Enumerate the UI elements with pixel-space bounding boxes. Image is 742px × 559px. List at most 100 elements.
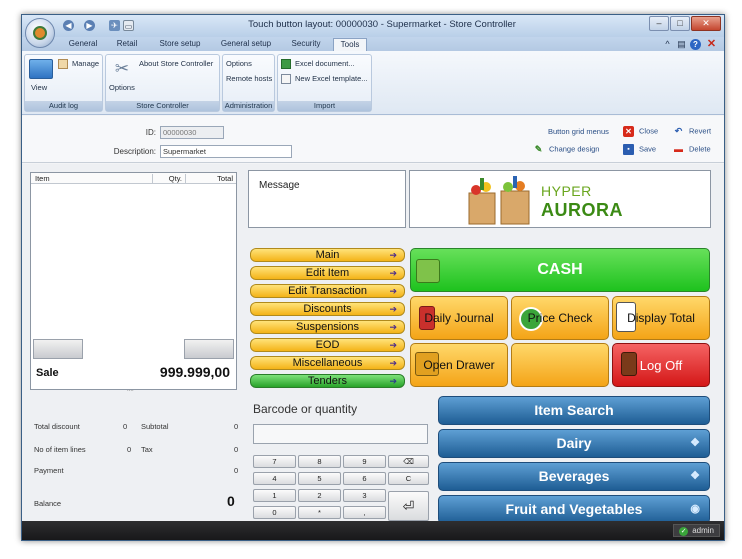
menu-button-miscellaneous[interactable]: Miscellaneous ➔	[250, 356, 405, 370]
manage-button[interactable]: Manage	[72, 59, 99, 68]
tab-tools[interactable]: Tools	[333, 38, 367, 52]
key-comma[interactable]: ,	[343, 506, 386, 519]
change-design-link[interactable]: ✎ Change design	[533, 144, 600, 155]
description-field[interactable]: Supermarket	[160, 145, 292, 158]
remote-hosts-button[interactable]: Remote hosts	[226, 74, 272, 83]
windows-icon[interactable]: ▤	[676, 39, 687, 50]
message-label: Message	[259, 180, 300, 191]
close-window-button[interactable]: ✕	[691, 16, 721, 31]
key-clear[interactable]: C	[388, 472, 429, 485]
administration-options-button[interactable]: Options	[226, 59, 252, 68]
balance-value: 0	[227, 493, 235, 509]
menu-button-eod[interactable]: EOD ➔	[250, 338, 405, 352]
price-check-button[interactable]: Price Check	[511, 296, 609, 340]
back-icon[interactable]: ◀	[63, 20, 74, 31]
button-grid-menus-link[interactable]: Button grid menus	[548, 127, 609, 136]
collapse-ribbon-icon[interactable]: ^	[662, 39, 673, 50]
menu-button-label: Suspensions	[296, 321, 359, 333]
tab-store-setup[interactable]: Store setup	[153, 37, 207, 51]
app-menu-button[interactable]	[25, 18, 55, 48]
group-label-import: Import	[278, 101, 371, 111]
key-5[interactable]: 5	[298, 472, 341, 485]
id-label: ID:	[145, 128, 156, 137]
close-icon: ✕	[623, 126, 634, 137]
key-0[interactable]: 0	[253, 506, 296, 519]
checkmark-icon: ✓	[679, 527, 689, 536]
store-controller-options-button[interactable]: Options	[109, 83, 135, 92]
menu-button-suspensions[interactable]: Suspensions ➔	[250, 320, 405, 334]
arrow-right-icon: ➔	[389, 340, 397, 350]
key-6[interactable]: 6	[343, 472, 386, 485]
menu-button-tenders[interactable]: Tenders ➔	[250, 374, 405, 388]
key-2[interactable]: 2	[298, 489, 341, 502]
current-user: admin	[692, 526, 714, 535]
open-drawer-button[interactable]: Open Drawer	[410, 343, 508, 387]
menu-button-discounts[interactable]: Discounts ➔	[250, 302, 405, 316]
id-field[interactable]: 00000030	[160, 126, 224, 139]
target-icon: ◉	[690, 503, 700, 515]
current-user-indicator[interactable]: ✓ admin	[673, 524, 720, 537]
tab-general[interactable]: General	[62, 37, 104, 51]
save-icon: ▪	[623, 144, 634, 155]
splitter-handle[interactable]: ....	[127, 387, 134, 393]
menu-button-label: Main	[315, 249, 340, 261]
close-link[interactable]: ✕ Close	[623, 126, 658, 137]
logo-text-hyper: HYPER	[541, 183, 592, 199]
help-icon[interactable]: ?	[690, 39, 701, 50]
key-backspace[interactable]: ⌫	[388, 455, 429, 468]
revert-link[interactable]: ↶ Revert	[673, 126, 711, 137]
forward-icon[interactable]: ▶	[84, 20, 95, 31]
log-off-button[interactable]: Log Off	[612, 343, 710, 387]
sale-label: Sale	[36, 367, 59, 379]
settings-icon[interactable]: ✈	[109, 20, 120, 31]
save-link[interactable]: ▪ Save	[623, 144, 656, 155]
key-7[interactable]: 7	[253, 455, 296, 468]
arrow-right-icon: ➔	[389, 376, 397, 386]
delete-link[interactable]: ▬ Delete	[673, 144, 711, 155]
excel-document-button[interactable]: Excel document...	[295, 59, 355, 68]
view-icon[interactable]	[29, 59, 53, 79]
barcode-input[interactable]	[253, 424, 428, 444]
daily-journal-button[interactable]: Daily Journal	[410, 296, 508, 340]
tab-security[interactable]: Security	[284, 37, 328, 51]
delete-icon: ▬	[674, 144, 683, 154]
total-discount-value: 0	[123, 422, 128, 431]
tab-retail[interactable]: Retail	[109, 37, 145, 51]
new-excel-template-button[interactable]: New Excel template...	[295, 74, 368, 83]
dairy-button[interactable]: Dairy ❖	[438, 429, 710, 458]
minimize-button[interactable]: –	[649, 16, 669, 31]
key-enter[interactable]: ⏎	[388, 491, 429, 521]
beverages-button[interactable]: Beverages ❖	[438, 462, 710, 491]
menu-button-label: EOD	[315, 339, 340, 351]
menu-button-label: Discounts	[303, 303, 352, 315]
item-lines-value: 0	[127, 445, 132, 454]
sale-amount: 999.999,00	[159, 364, 230, 380]
menu-button-edit-item[interactable]: Edit Item ➔	[250, 266, 405, 280]
screen-icon[interactable]: ▭	[123, 20, 134, 31]
menu-button-main[interactable]: Main ➔	[250, 248, 405, 262]
view-button[interactable]: View	[31, 83, 47, 92]
key-8[interactable]: 8	[298, 455, 341, 468]
key-4[interactable]: 4	[253, 472, 296, 485]
receipt-item-list[interactable]: Item Qty. Total Sale 999.999,00 ....	[30, 172, 237, 393]
menu-button-label: Edit Item	[305, 267, 350, 279]
display-total-button[interactable]: Display Total	[612, 296, 710, 340]
about-store-controller-button[interactable]: About Store Controller	[139, 59, 213, 68]
item-search-button[interactable]: Item Search	[438, 396, 710, 425]
key-3[interactable]: 3	[343, 489, 386, 502]
receipt-left-button[interactable]	[33, 339, 83, 359]
barcode-label: Barcode or quantity	[253, 402, 358, 416]
tab-general-setup[interactable]: General setup	[215, 37, 277, 51]
maximize-button[interactable]: □	[670, 16, 690, 31]
key-9[interactable]: 9	[343, 455, 386, 468]
title-bar: ◀ ▶ ✈ ▭ Touch button layout: 00000030 - …	[22, 15, 724, 37]
ribbon-group-administration: Options Remote hosts Administration	[222, 54, 275, 112]
blank-button[interactable]	[511, 343, 609, 387]
close-document-icon[interactable]: ✕	[706, 39, 717, 50]
cash-button[interactable]: CASH	[410, 248, 710, 292]
receipt-right-button[interactable]	[184, 339, 234, 359]
fruit-and-vegetables-button[interactable]: Fruit and Vegetables ◉	[438, 495, 710, 524]
key-1[interactable]: 1	[253, 489, 296, 502]
menu-button-edit-transaction[interactable]: Edit Transaction ➔	[250, 284, 405, 298]
key-multiply[interactable]: *	[298, 506, 341, 519]
